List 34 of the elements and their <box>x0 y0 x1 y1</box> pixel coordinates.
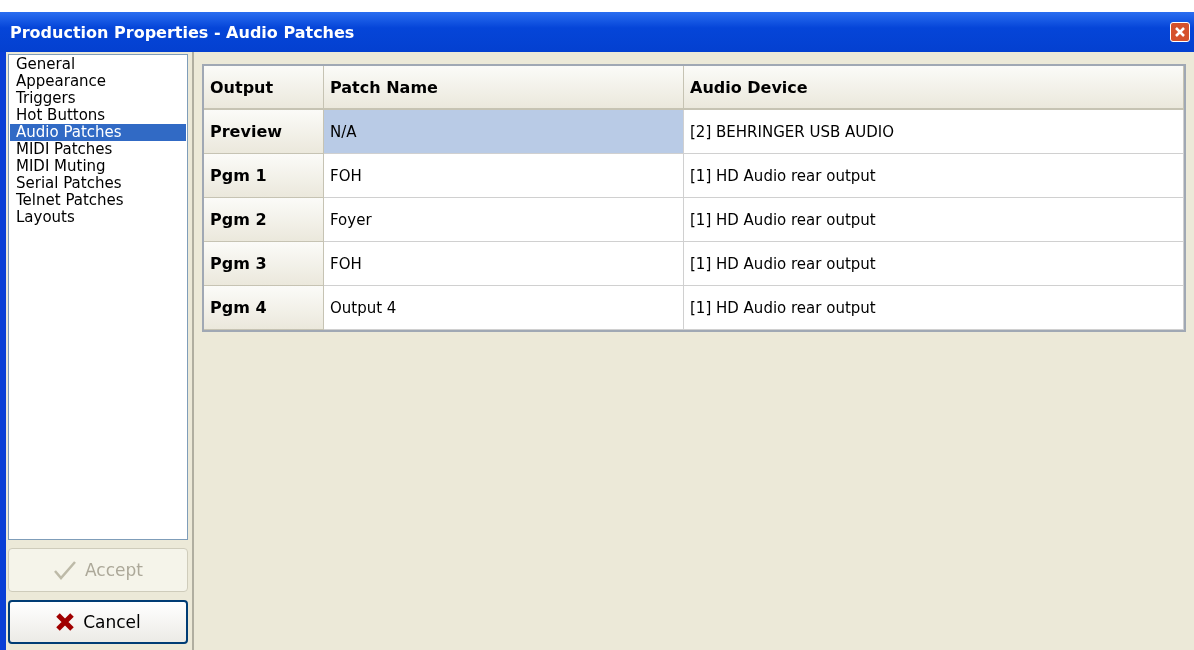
cross-icon <box>55 612 76 632</box>
sidebar-item[interactable]: Hot Buttons <box>10 107 186 124</box>
table-cell[interactable]: [2] BEHRINGER USB AUDIO <box>684 110 1184 154</box>
sidebar-item[interactable]: MIDI Patches <box>10 141 186 158</box>
table-cell[interactable]: [1] HD Audio rear output <box>684 198 1184 242</box>
column-header[interactable]: Audio Device <box>684 66 1184 110</box>
checkmark-icon <box>53 560 77 580</box>
window-title: Production Properties - Audio Patches <box>10 22 355 42</box>
sidebar-item[interactable]: Telnet Patches <box>10 192 186 209</box>
table-cell[interactable]: [1] HD Audio rear output <box>684 154 1184 198</box>
column-header[interactable]: Output <box>204 66 324 110</box>
table-cell[interactable]: [1] HD Audio rear output <box>684 242 1184 286</box>
row-header[interactable]: Preview <box>204 110 324 154</box>
table-cell[interactable]: Output 4 <box>324 286 684 330</box>
sidebar-item[interactable]: General <box>10 56 186 73</box>
table-cell[interactable]: [1] HD Audio rear output <box>684 286 1184 330</box>
row-header[interactable]: Pgm 1 <box>204 154 324 198</box>
row-header[interactable]: Pgm 2 <box>204 198 324 242</box>
sidebar-item[interactable]: MIDI Muting <box>10 158 186 175</box>
sidebar-item[interactable]: Layouts <box>10 209 186 226</box>
row-header[interactable]: Pgm 3 <box>204 242 324 286</box>
table-cell[interactable]: FOH <box>324 154 684 198</box>
column-header[interactable]: Patch Name <box>324 66 684 110</box>
sidebar-item[interactable]: Appearance <box>10 73 186 90</box>
sidebar-item[interactable]: Serial Patches <box>10 175 186 192</box>
table-cell[interactable]: N/A <box>324 110 684 154</box>
row-header[interactable]: Pgm 4 <box>204 286 324 330</box>
cancel-button[interactable]: Cancel <box>8 600 188 644</box>
table-cell[interactable]: FOH <box>324 242 684 286</box>
table-cell[interactable]: Foyer <box>324 198 684 242</box>
sidebar-item[interactable]: Triggers <box>10 90 186 107</box>
sidebar-item[interactable]: Audio Patches <box>10 124 186 141</box>
close-button[interactable] <box>1170 22 1190 42</box>
close-icon <box>1174 26 1186 38</box>
